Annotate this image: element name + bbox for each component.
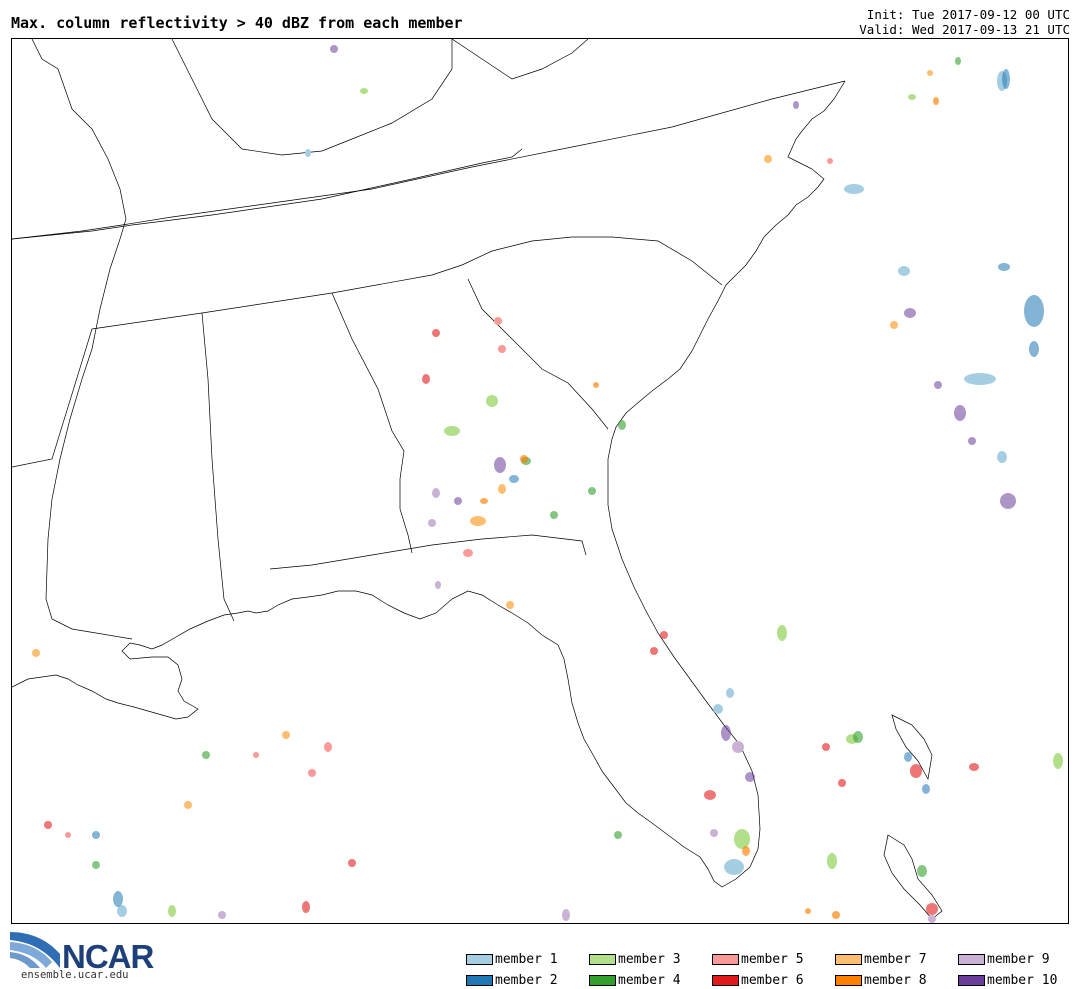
legend-swatch bbox=[589, 953, 616, 965]
reflectivity-map bbox=[11, 38, 1069, 924]
legend-swatch bbox=[958, 953, 985, 965]
border-oh bbox=[451, 39, 589, 80]
legend-item: member 9 bbox=[958, 950, 1050, 968]
coastline-gulf bbox=[12, 590, 709, 870]
border-mississippi-river bbox=[31, 39, 133, 640]
legend-label: member 5 bbox=[741, 951, 804, 967]
legend-label: member 1 bbox=[495, 951, 558, 967]
legend-label: member 8 bbox=[864, 972, 927, 988]
legend-item: member 4 bbox=[589, 971, 681, 989]
member-5-cells bbox=[65, 158, 833, 838]
member-4-cells bbox=[92, 57, 961, 877]
map-canvas bbox=[12, 39, 1063, 923]
legend-item: member 7 bbox=[835, 950, 927, 968]
legend: member 1 member 2 member 3 member 4 member 5… bbox=[466, 950, 1076, 988]
legend-label: member 3 bbox=[618, 951, 681, 967]
legend-item: member 10 bbox=[958, 971, 1057, 989]
border-ky-tn bbox=[12, 148, 523, 240]
member-1-cells bbox=[117, 71, 1007, 917]
border-ky-wv bbox=[171, 39, 453, 156]
init-time: Init: Tue 2017-09-12 00 UTC bbox=[866, 7, 1070, 22]
legend-swatch bbox=[958, 974, 985, 986]
member-6-cells bbox=[44, 329, 979, 915]
legend-swatch bbox=[712, 953, 739, 965]
legend-item: member 1 bbox=[466, 950, 558, 968]
legend-item: member 8 bbox=[835, 971, 927, 989]
legend-swatch bbox=[835, 974, 862, 986]
border-tn-ga bbox=[12, 236, 723, 468]
boundaries bbox=[12, 39, 943, 920]
legend-label: member 2 bbox=[495, 972, 558, 988]
legend-swatch bbox=[466, 974, 493, 986]
legend-item: member 5 bbox=[712, 950, 804, 968]
legend-label: member 6 bbox=[741, 972, 804, 988]
legend-item: member 3 bbox=[589, 950, 681, 968]
legend-swatch bbox=[712, 974, 739, 986]
border-ga-fl bbox=[269, 534, 587, 570]
border-va-nc bbox=[12, 80, 846, 240]
member-10-cells bbox=[330, 45, 1016, 782]
member-2-cells bbox=[92, 69, 1044, 907]
legend-label: member 4 bbox=[618, 972, 681, 988]
member-7-cells bbox=[32, 70, 933, 809]
border-ms-al bbox=[201, 312, 235, 622]
logo-url: ensemble.ucar.edu bbox=[21, 969, 129, 981]
legend-label: member 10 bbox=[987, 972, 1058, 988]
member-3-cells bbox=[168, 88, 1063, 917]
valid-time: Valid: Wed 2017-09-13 21 UTC bbox=[859, 22, 1070, 37]
coastline-atlantic bbox=[607, 80, 846, 888]
legend-swatch bbox=[835, 953, 862, 965]
time-stamps: Init: Tue 2017-09-12 00 UTC Valid: Wed 2… bbox=[859, 7, 1070, 37]
legend-item: member 6 bbox=[712, 971, 804, 989]
map-title: Max. column reflectivity > 40 dBZ from e… bbox=[11, 14, 463, 32]
border-al-ga bbox=[331, 292, 413, 554]
border-sc-ga bbox=[467, 278, 609, 430]
logo-text: NCAR bbox=[62, 938, 154, 972]
legend-item: member 2 bbox=[466, 971, 558, 989]
legend-label: member 7 bbox=[864, 951, 927, 967]
legend-label: member 9 bbox=[987, 951, 1050, 967]
legend-swatch bbox=[466, 953, 493, 965]
legend-swatch bbox=[589, 974, 616, 986]
